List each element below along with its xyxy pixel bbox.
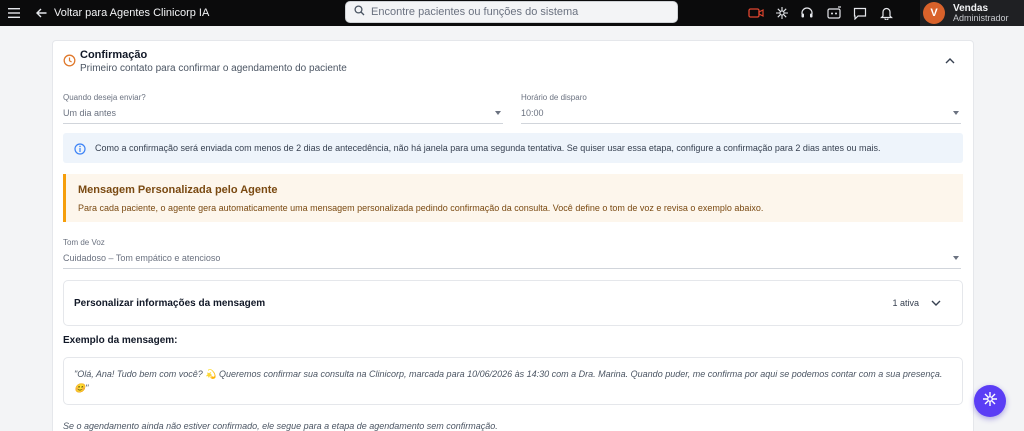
user-menu[interactable]: V Vendas Administrador [920, 0, 1024, 26]
agent-notice-text: Para cada paciente, o agente gera automa… [78, 203, 764, 213]
chevron-down-icon[interactable] [930, 297, 942, 309]
agent-notice-title: Mensagem Personalizada pelo Agente [78, 184, 278, 196]
section-header[interactable]: Confirmação Primeiro contato para confir… [63, 48, 965, 78]
info-alert: Como a confirmação será enviada com meno… [63, 133, 963, 163]
send-when-value: Um dia antes [63, 107, 117, 118]
search-input[interactable] [371, 6, 661, 18]
time-label: Horário de disparo [521, 93, 587, 102]
tone-label: Tom de Voz [63, 238, 105, 247]
info-text: Como a confirmação será enviada com meno… [95, 143, 881, 153]
ai-sparkle-icon[interactable] [773, 4, 791, 22]
menu-icon[interactable] [6, 4, 22, 22]
caret-down-icon [953, 255, 959, 260]
section-title: Confirmação [80, 49, 148, 61]
example-message-text: "Olá, Ana! Tudo bem com você? 💫 Queremos… [74, 369, 943, 393]
chevron-up-icon[interactable] [943, 54, 957, 68]
customize-accordion[interactable]: Personalizar informações da mensagem 1 a… [63, 280, 963, 326]
caret-down-icon [953, 110, 959, 115]
agent-message-notice: Mensagem Personalizada pelo Agente Para … [63, 174, 963, 222]
clock-icon [63, 54, 77, 68]
back-arrow-icon[interactable] [34, 4, 48, 22]
search-icon [354, 3, 365, 21]
send-when-label: Quando deseja enviar? [63, 93, 146, 102]
footer-note: Se o agendamento ainda não estiver confi… [63, 421, 498, 431]
user-role: Administrador [953, 12, 1009, 23]
active-count-badge: 1 ativa [892, 298, 919, 308]
ai-assistant-button[interactable] [974, 385, 1006, 417]
send-when-select[interactable]: Um dia antes [63, 102, 503, 124]
message-icon[interactable] [851, 4, 869, 22]
back-link[interactable]: Voltar para Agentes Clinicorp IA [54, 7, 209, 19]
tone-select[interactable]: Cuidadoso – Tom empático e atencioso [63, 247, 961, 269]
info-icon [74, 142, 86, 155]
headset-icon[interactable] [798, 4, 816, 22]
example-message-box: "Olá, Ana! Tudo bem com você? 💫 Queremos… [63, 357, 963, 405]
top-bar: Voltar para Agentes Clinicorp IA V Venda… [0, 0, 1024, 26]
customize-title: Personalizar informações da mensagem [74, 298, 266, 309]
video-icon[interactable] [747, 4, 765, 22]
chat-bot-icon[interactable] [825, 4, 843, 22]
bell-icon[interactable] [877, 4, 895, 22]
user-name: Vendas [953, 2, 989, 14]
avatar: V [923, 2, 945, 24]
time-select[interactable]: 10:00 [521, 102, 961, 124]
caret-down-icon [495, 110, 501, 115]
section-subtitle: Primeiro contato para confirmar o agenda… [80, 63, 347, 74]
search-bar[interactable] [345, 1, 678, 23]
tone-value: Cuidadoso – Tom empático e atencioso [63, 252, 221, 263]
time-value: 10:00 [521, 107, 544, 118]
example-title: Exemplo da mensagem: [63, 335, 178, 346]
sparkle-icon [982, 391, 998, 412]
